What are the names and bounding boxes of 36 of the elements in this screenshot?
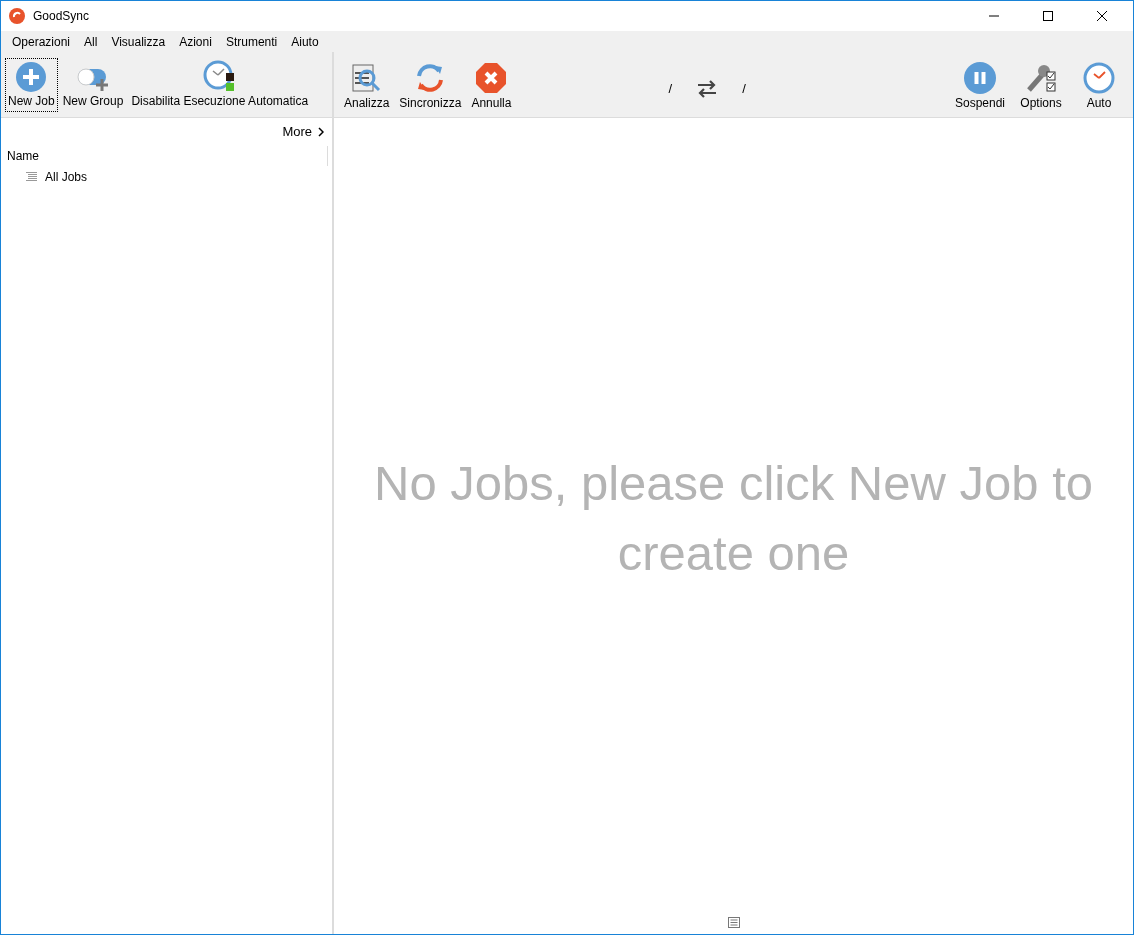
chevron-right-icon xyxy=(318,126,324,137)
clock-icon xyxy=(202,59,237,92)
tree-item[interactable]: All Jobs xyxy=(1,165,332,188)
more-button[interactable]: More xyxy=(282,122,324,142)
list-icon xyxy=(26,172,37,181)
menu-item[interactable]: All xyxy=(77,32,105,51)
toolbar-button[interactable]: New Job xyxy=(5,57,58,112)
close-icon xyxy=(1097,11,1107,21)
toolbar-button[interactable]: Options xyxy=(1015,57,1067,112)
list-icon[interactable] xyxy=(727,917,740,928)
menu-item[interactable]: Strumenti xyxy=(218,32,285,51)
column-header[interactable]: Name xyxy=(7,145,328,166)
menu-item[interactable]: Operazioni xyxy=(5,32,78,51)
empty-state-message: No Jobs, please click New Job to create one xyxy=(373,454,1094,582)
toolbar-button[interactable]: Analizza xyxy=(342,57,392,112)
clock-icon xyxy=(1083,61,1115,94)
analyze-icon xyxy=(351,63,382,94)
menu-item[interactable]: Visualizza xyxy=(104,32,173,51)
app-logo-icon xyxy=(9,8,25,24)
toggle-plus-icon xyxy=(77,65,110,92)
plus-circle-icon xyxy=(16,61,47,92)
pause-icon xyxy=(963,61,996,94)
toolbar-button[interactable]: Disabilita Esecuzione Automatica xyxy=(128,57,312,112)
menu-item[interactable]: Azioni xyxy=(172,32,219,51)
left-path-label: / xyxy=(668,79,673,98)
right-path-label: / xyxy=(742,79,746,98)
toolbar-button[interactable]: Sincronizza xyxy=(397,57,464,112)
menu-item[interactable]: Aiuto xyxy=(284,32,326,51)
toolbar-button[interactable]: Sospendi xyxy=(950,57,1009,112)
swap-arrows-icon[interactable] xyxy=(696,79,719,98)
toolbar-button[interactable]: Annulla xyxy=(469,57,514,112)
toolbar-button[interactable]: Auto xyxy=(1073,57,1125,112)
cancel-icon xyxy=(475,61,508,94)
toolbar-button[interactable]: New Group xyxy=(59,57,127,112)
maximize-icon xyxy=(1043,11,1053,21)
window-title: GoodSync xyxy=(33,8,90,25)
